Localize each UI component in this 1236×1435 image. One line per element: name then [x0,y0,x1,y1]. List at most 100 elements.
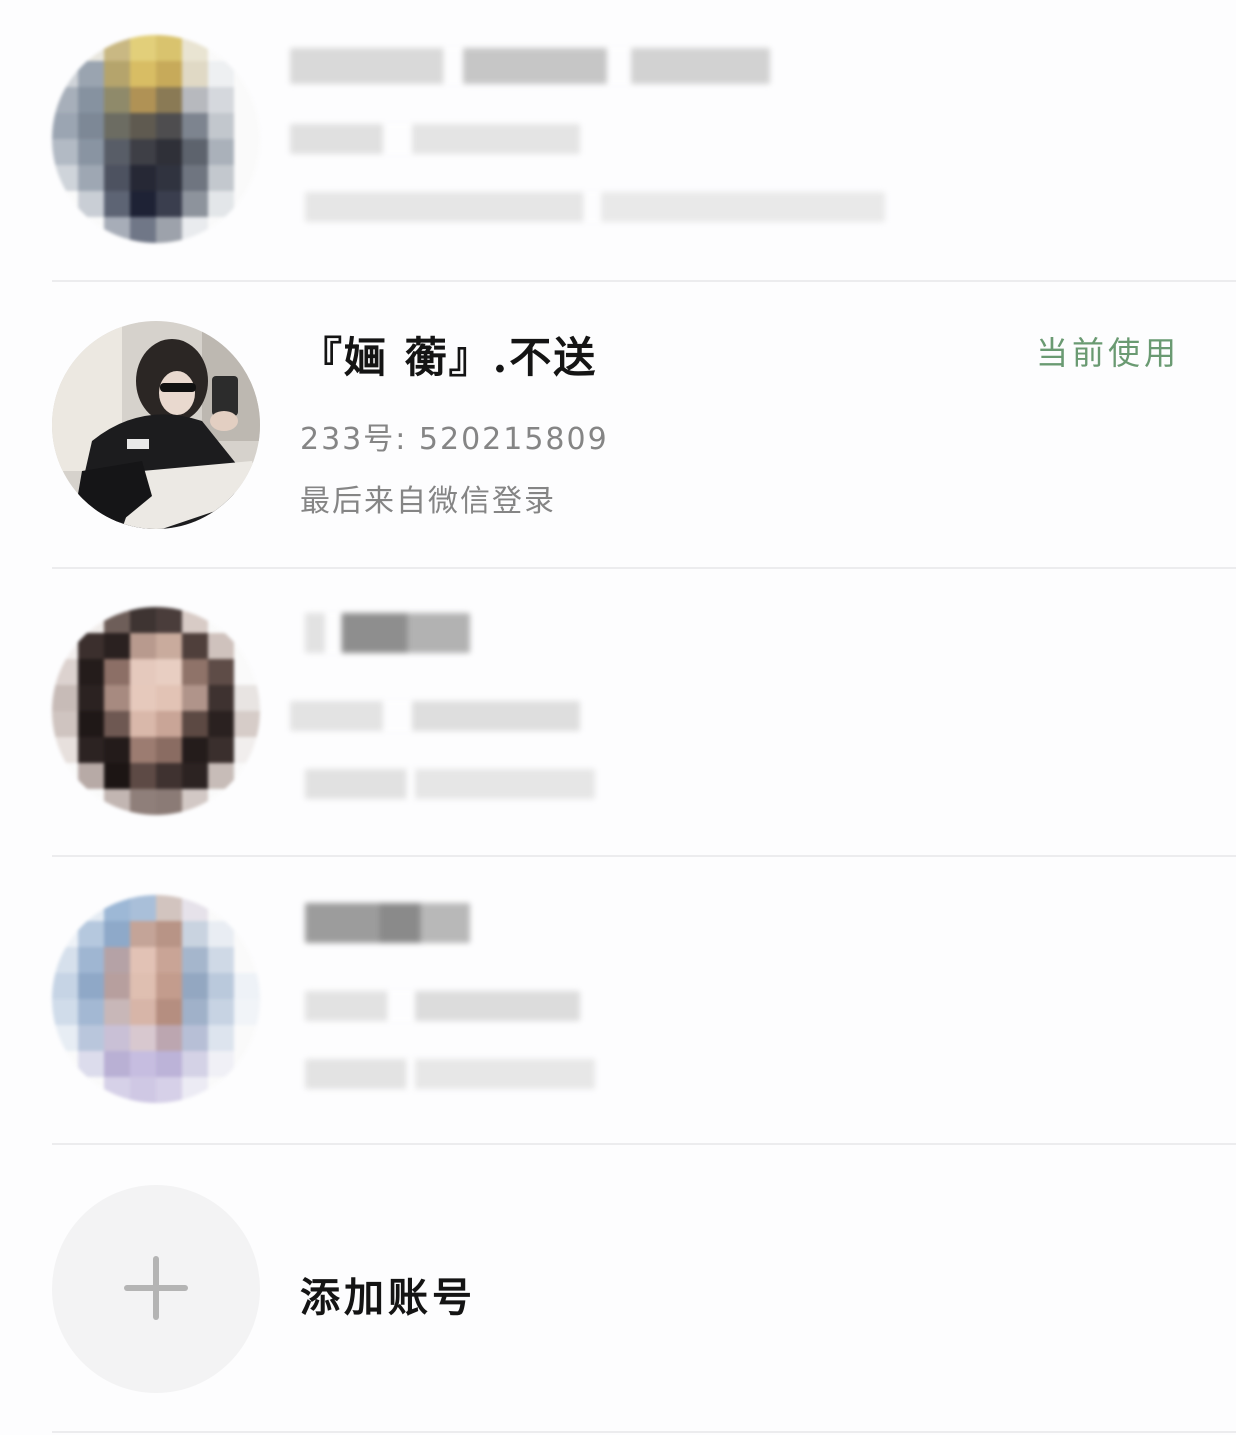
avatar-mosaic-cell [78,1051,104,1077]
avatar-mosaic-cell [208,659,234,685]
avatar-mosaic-cell [208,973,234,999]
avatar-mosaic-cell [130,87,156,113]
avatar-mosaic-cell [156,1051,182,1077]
avatar-mosaic-cell [52,947,78,973]
avatar-mosaic-cell [234,191,260,217]
avatar-mosaic-cell [182,973,208,999]
account-avatar [52,35,260,243]
avatar-mosaic-cell [208,61,234,87]
avatar-mosaic-cell [156,217,182,243]
redacted-account-id [290,124,580,154]
avatar-mosaic-cell [156,113,182,139]
account-row-4[interactable] [0,857,1236,1145]
avatar-mosaic-cell [156,165,182,191]
account-id: 233号: 520215809 [300,422,609,457]
avatar-mosaic-cell [182,1025,208,1051]
avatar-mosaic-cell [130,659,156,685]
avatar-mosaic-cell [104,35,130,61]
avatar-mosaic-cell [78,61,104,87]
avatar-mosaic-cell [130,1025,156,1051]
account-row-1[interactable] [0,0,1236,287]
avatar-mosaic-cell [52,139,78,165]
avatar-mosaic-cell [234,1051,260,1077]
avatar-mosaic-cell [130,165,156,191]
avatar-mosaic-cell [156,789,182,815]
avatar-mosaic-cell [78,139,104,165]
avatar-mosaic-cell [104,999,130,1025]
avatar-mosaic-cell [182,1051,208,1077]
avatar-mosaic-cell [234,921,260,947]
avatar-mosaic-cell [78,921,104,947]
avatar-mosaic-cell [182,737,208,763]
avatar-mosaic-cell [156,973,182,999]
avatar-mosaic-cell [234,973,260,999]
avatar-mosaic-cell [182,947,208,973]
avatar-mosaic-cell [78,711,104,737]
avatar-mosaic-cell [78,789,104,815]
avatar-mosaic-cell [208,633,234,659]
redacted-name [305,903,470,943]
avatar-mosaic-cell [208,139,234,165]
avatar-mosaic-cell [130,217,156,243]
avatar-mosaic-cell [104,921,130,947]
avatar-mosaic-cell [130,895,156,921]
avatar-mosaic-cell [234,737,260,763]
avatar-mosaic-cell [234,35,260,61]
avatar-mosaic-cell [78,659,104,685]
avatar-mosaic-cell [78,973,104,999]
avatar-mosaic-cell [52,659,78,685]
avatar-mosaic-cell [78,217,104,243]
avatar-mosaic-cell [208,87,234,113]
avatar-mosaic-cell [78,633,104,659]
avatar-mosaic-cell [78,895,104,921]
avatar-mosaic-cell [156,1025,182,1051]
avatar-mosaic-cell [182,763,208,789]
avatar-mosaic-cell [208,1051,234,1077]
avatar-mosaic-cell [78,1077,104,1103]
add-account-button[interactable]: 添加账号 [0,1145,1236,1435]
avatar-mosaic-cell [208,1025,234,1051]
avatar-mosaic-cell [130,191,156,217]
redacted-account-id [305,991,580,1021]
avatar-mosaic-cell [104,895,130,921]
avatar-mosaic-cell [182,633,208,659]
avatar-mosaic-cell [156,921,182,947]
avatar-mosaic-cell [52,607,78,633]
avatar-mosaic-cell [182,921,208,947]
avatar-mosaic-cell [104,607,130,633]
avatar-mosaic-cell [52,685,78,711]
avatar-mosaic-cell [156,61,182,87]
avatar-mosaic-cell [234,711,260,737]
avatar-mosaic-cell [52,973,78,999]
avatar-mosaic-cell [52,191,78,217]
avatar-mosaic-cell [104,973,130,999]
account-avatar [52,321,260,529]
avatar-mosaic-cell [208,999,234,1025]
redacted-account-id [290,701,580,731]
avatar-mosaic-cell [104,1051,130,1077]
add-account-label: 添加账号 [300,1274,476,1321]
account-row-3[interactable] [0,569,1236,857]
account-row-current[interactable]: 『婳 蘅』.不送 当前使用 233号: 520215809 最后来自微信登录 [0,282,1236,569]
avatar-mosaic-cell [52,113,78,139]
avatar-mosaic-cell [78,607,104,633]
avatar-mosaic-cell [208,895,234,921]
avatar-mosaic-cell [156,947,182,973]
account-avatar [52,895,260,1103]
avatar-mosaic-cell [78,1025,104,1051]
avatar-mosaic-cell [130,763,156,789]
plus-icon-vertical [153,1256,159,1320]
add-account-circle [52,1185,260,1393]
avatar-mosaic-cell [104,139,130,165]
avatar-mosaic-cell [208,947,234,973]
avatar-mosaic-cell [52,921,78,947]
avatar-mosaic-cell [104,191,130,217]
avatar-mosaic-cell [104,789,130,815]
avatar-mosaic-cell [52,35,78,61]
avatar-mosaic-cell [156,35,182,61]
avatar-mosaic-cell [208,921,234,947]
avatar-mosaic-cell [208,113,234,139]
avatar-mosaic-cell [130,35,156,61]
avatar-mosaic-cell [208,607,234,633]
avatar-mosaic-cell [182,659,208,685]
